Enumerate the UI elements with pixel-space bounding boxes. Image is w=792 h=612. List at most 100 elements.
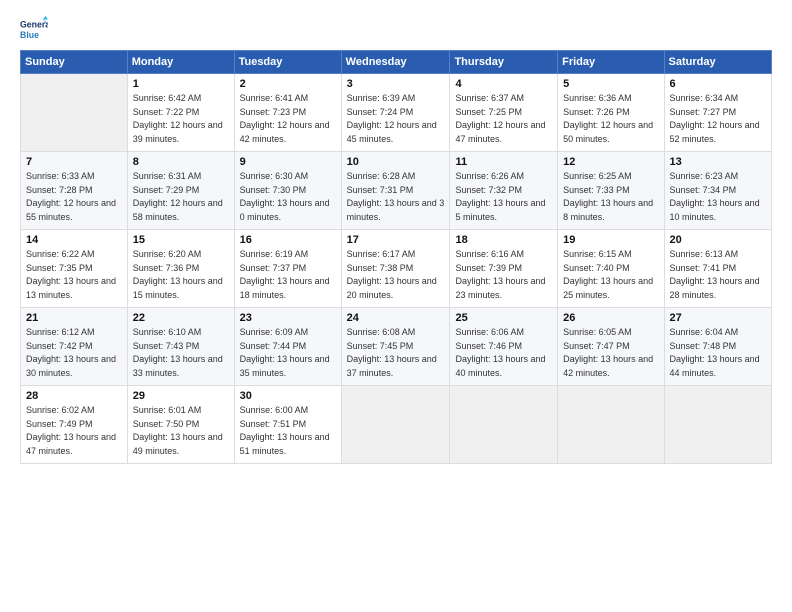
- day-number: 18: [455, 234, 552, 246]
- cell-week3-day2: 16 Sunrise: 6:19 AMSunset: 7:37 PMDaylig…: [234, 230, 341, 308]
- day-number: 10: [347, 156, 445, 168]
- cell-week4-day0: 21 Sunrise: 6:12 AMSunset: 7:42 PMDaylig…: [21, 308, 128, 386]
- cell-week1-day3: 3 Sunrise: 6:39 AMSunset: 7:24 PMDayligh…: [341, 74, 450, 152]
- cell-week2-day0: 7 Sunrise: 6:33 AMSunset: 7:28 PMDayligh…: [21, 152, 128, 230]
- cell-week5-day5: [558, 386, 664, 464]
- week-row-2: 7 Sunrise: 6:33 AMSunset: 7:28 PMDayligh…: [21, 152, 772, 230]
- day-info: Sunrise: 6:01 AMSunset: 7:50 PMDaylight:…: [133, 405, 223, 456]
- day-info: Sunrise: 6:05 AMSunset: 7:47 PMDaylight:…: [563, 327, 653, 378]
- cell-week3-day5: 19 Sunrise: 6:15 AMSunset: 7:40 PMDaylig…: [558, 230, 664, 308]
- day-info: Sunrise: 6:06 AMSunset: 7:46 PMDaylight:…: [455, 327, 545, 378]
- cell-week1-day2: 2 Sunrise: 6:41 AMSunset: 7:23 PMDayligh…: [234, 74, 341, 152]
- day-info: Sunrise: 6:15 AMSunset: 7:40 PMDaylight:…: [563, 249, 653, 300]
- day-info: Sunrise: 6:22 AMSunset: 7:35 PMDaylight:…: [26, 249, 116, 300]
- day-info: Sunrise: 6:20 AMSunset: 7:36 PMDaylight:…: [133, 249, 223, 300]
- header-friday: Friday: [558, 51, 664, 74]
- day-number: 9: [240, 156, 336, 168]
- day-info: Sunrise: 6:19 AMSunset: 7:37 PMDaylight:…: [240, 249, 330, 300]
- day-info: Sunrise: 6:33 AMSunset: 7:28 PMDaylight:…: [26, 171, 116, 222]
- day-info: Sunrise: 6:08 AMSunset: 7:45 PMDaylight:…: [347, 327, 437, 378]
- day-info: Sunrise: 6:41 AMSunset: 7:23 PMDaylight:…: [240, 93, 330, 144]
- cell-week5-day6: [664, 386, 771, 464]
- day-info: Sunrise: 6:10 AMSunset: 7:43 PMDaylight:…: [133, 327, 223, 378]
- day-info: Sunrise: 6:09 AMSunset: 7:44 PMDaylight:…: [240, 327, 330, 378]
- header-monday: Monday: [127, 51, 234, 74]
- cell-week4-day4: 25 Sunrise: 6:06 AMSunset: 7:46 PMDaylig…: [450, 308, 558, 386]
- day-number: 7: [26, 156, 122, 168]
- day-number: 3: [347, 78, 445, 90]
- day-number: 1: [133, 78, 229, 90]
- day-number: 26: [563, 312, 658, 324]
- day-number: 20: [670, 234, 766, 246]
- header-tuesday: Tuesday: [234, 51, 341, 74]
- day-info: Sunrise: 6:34 AMSunset: 7:27 PMDaylight:…: [670, 93, 760, 144]
- cell-week5-day4: [450, 386, 558, 464]
- day-number: 16: [240, 234, 336, 246]
- day-info: Sunrise: 6:13 AMSunset: 7:41 PMDaylight:…: [670, 249, 760, 300]
- day-info: Sunrise: 6:42 AMSunset: 7:22 PMDaylight:…: [133, 93, 223, 144]
- cell-week3-day6: 20 Sunrise: 6:13 AMSunset: 7:41 PMDaylig…: [664, 230, 771, 308]
- day-info: Sunrise: 6:25 AMSunset: 7:33 PMDaylight:…: [563, 171, 653, 222]
- cell-week2-day5: 12 Sunrise: 6:25 AMSunset: 7:33 PMDaylig…: [558, 152, 664, 230]
- cell-week1-day5: 5 Sunrise: 6:36 AMSunset: 7:26 PMDayligh…: [558, 74, 664, 152]
- cell-week1-day1: 1 Sunrise: 6:42 AMSunset: 7:22 PMDayligh…: [127, 74, 234, 152]
- cell-week1-day4: 4 Sunrise: 6:37 AMSunset: 7:25 PMDayligh…: [450, 74, 558, 152]
- day-number: 25: [455, 312, 552, 324]
- day-info: Sunrise: 6:36 AMSunset: 7:26 PMDaylight:…: [563, 93, 653, 144]
- day-number: 8: [133, 156, 229, 168]
- day-number: 29: [133, 390, 229, 402]
- day-number: 14: [26, 234, 122, 246]
- week-row-4: 21 Sunrise: 6:12 AMSunset: 7:42 PMDaylig…: [21, 308, 772, 386]
- logo-icon: General Blue: [20, 16, 48, 44]
- week-row-1: 1 Sunrise: 6:42 AMSunset: 7:22 PMDayligh…: [21, 74, 772, 152]
- day-number: 28: [26, 390, 122, 402]
- cell-week3-day4: 18 Sunrise: 6:16 AMSunset: 7:39 PMDaylig…: [450, 230, 558, 308]
- cell-week5-day3: [341, 386, 450, 464]
- day-number: 4: [455, 78, 552, 90]
- cell-week5-day1: 29 Sunrise: 6:01 AMSunset: 7:50 PMDaylig…: [127, 386, 234, 464]
- cell-week3-day3: 17 Sunrise: 6:17 AMSunset: 7:38 PMDaylig…: [341, 230, 450, 308]
- day-number: 27: [670, 312, 766, 324]
- header: General Blue: [20, 16, 772, 44]
- day-info: Sunrise: 6:30 AMSunset: 7:30 PMDaylight:…: [240, 171, 330, 222]
- cell-week3-day0: 14 Sunrise: 6:22 AMSunset: 7:35 PMDaylig…: [21, 230, 128, 308]
- cell-week4-day3: 24 Sunrise: 6:08 AMSunset: 7:45 PMDaylig…: [341, 308, 450, 386]
- svg-text:Blue: Blue: [20, 30, 39, 40]
- cell-week2-day6: 13 Sunrise: 6:23 AMSunset: 7:34 PMDaylig…: [664, 152, 771, 230]
- day-number: 30: [240, 390, 336, 402]
- day-info: Sunrise: 6:00 AMSunset: 7:51 PMDaylight:…: [240, 405, 330, 456]
- day-number: 17: [347, 234, 445, 246]
- header-wednesday: Wednesday: [341, 51, 450, 74]
- header-sunday: Sunday: [21, 51, 128, 74]
- cell-week4-day1: 22 Sunrise: 6:10 AMSunset: 7:43 PMDaylig…: [127, 308, 234, 386]
- day-number: 2: [240, 78, 336, 90]
- day-info: Sunrise: 6:17 AMSunset: 7:38 PMDaylight:…: [347, 249, 437, 300]
- day-info: Sunrise: 6:02 AMSunset: 7:49 PMDaylight:…: [26, 405, 116, 456]
- cell-week2-day1: 8 Sunrise: 6:31 AMSunset: 7:29 PMDayligh…: [127, 152, 234, 230]
- cell-week4-day2: 23 Sunrise: 6:09 AMSunset: 7:44 PMDaylig…: [234, 308, 341, 386]
- day-info: Sunrise: 6:39 AMSunset: 7:24 PMDaylight:…: [347, 93, 437, 144]
- day-info: Sunrise: 6:04 AMSunset: 7:48 PMDaylight:…: [670, 327, 760, 378]
- cell-week2-day2: 9 Sunrise: 6:30 AMSunset: 7:30 PMDayligh…: [234, 152, 341, 230]
- cell-week5-day2: 30 Sunrise: 6:00 AMSunset: 7:51 PMDaylig…: [234, 386, 341, 464]
- day-info: Sunrise: 6:31 AMSunset: 7:29 PMDaylight:…: [133, 171, 223, 222]
- day-number: 12: [563, 156, 658, 168]
- cell-week4-day5: 26 Sunrise: 6:05 AMSunset: 7:47 PMDaylig…: [558, 308, 664, 386]
- day-number: 11: [455, 156, 552, 168]
- page: General Blue SundayMondayTuesdayWednesda…: [0, 0, 792, 612]
- calendar-header-row: SundayMondayTuesdayWednesdayThursdayFrid…: [21, 51, 772, 74]
- day-number: 19: [563, 234, 658, 246]
- cell-week1-day6: 6 Sunrise: 6:34 AMSunset: 7:27 PMDayligh…: [664, 74, 771, 152]
- calendar-table: SundayMondayTuesdayWednesdayThursdayFrid…: [20, 50, 772, 464]
- day-info: Sunrise: 6:16 AMSunset: 7:39 PMDaylight:…: [455, 249, 545, 300]
- day-number: 21: [26, 312, 122, 324]
- week-row-5: 28 Sunrise: 6:02 AMSunset: 7:49 PMDaylig…: [21, 386, 772, 464]
- day-info: Sunrise: 6:28 AMSunset: 7:31 PMDaylight:…: [347, 171, 445, 222]
- day-number: 5: [563, 78, 658, 90]
- header-saturday: Saturday: [664, 51, 771, 74]
- svg-text:General: General: [20, 19, 48, 29]
- day-number: 6: [670, 78, 766, 90]
- day-info: Sunrise: 6:26 AMSunset: 7:32 PMDaylight:…: [455, 171, 545, 222]
- week-row-3: 14 Sunrise: 6:22 AMSunset: 7:35 PMDaylig…: [21, 230, 772, 308]
- day-number: 15: [133, 234, 229, 246]
